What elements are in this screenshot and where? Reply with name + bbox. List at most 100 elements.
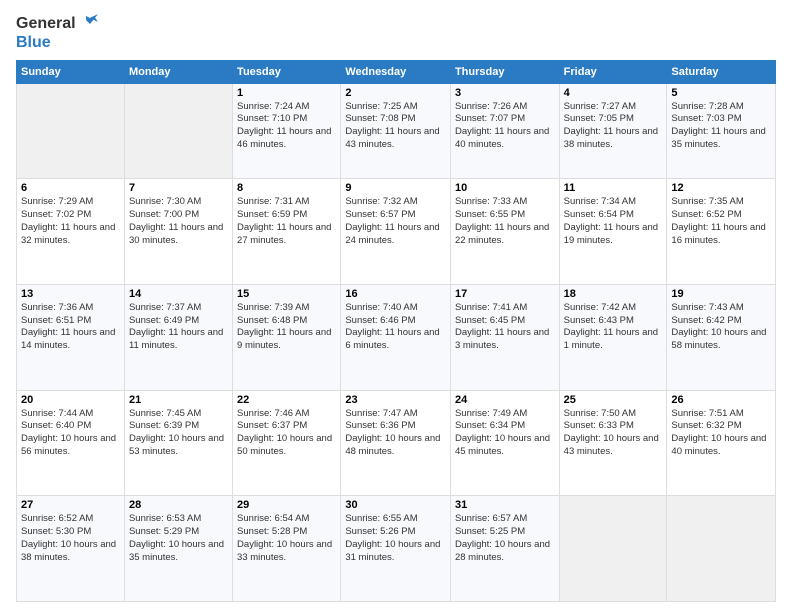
calendar-day-cell: 19 Sunrise: 7:43 AMSunset: 6:42 PMDayligh… <box>667 284 776 390</box>
day-info: Sunrise: 6:54 AMSunset: 5:28 PMDaylight:… <box>237 513 336 564</box>
day-info: Sunrise: 6:52 AMSunset: 5:30 PMDaylight:… <box>21 513 120 564</box>
calendar-day-cell: 13 Sunrise: 7:36 AMSunset: 6:51 PMDayligh… <box>17 284 125 390</box>
logo-general: General <box>16 15 76 33</box>
day-number: 17 <box>455 288 555 300</box>
calendar-week-row: 6 Sunrise: 7:29 AMSunset: 7:02 PMDaylight… <box>17 179 776 285</box>
day-info: Sunrise: 7:36 AMSunset: 6:51 PMDaylight:… <box>21 302 120 353</box>
calendar-day-cell: 3 Sunrise: 7:26 AMSunset: 7:07 PMDaylight… <box>450 83 559 178</box>
calendar-day-cell: 6 Sunrise: 7:29 AMSunset: 7:02 PMDaylight… <box>17 179 125 285</box>
day-number: 22 <box>237 394 336 406</box>
day-number: 20 <box>21 394 120 406</box>
col-sunday: Sunday <box>17 60 125 83</box>
page-header: General Blue <box>16 14 776 52</box>
day-info: Sunrise: 7:51 AMSunset: 6:32 PMDaylight:… <box>671 408 771 459</box>
calendar-week-row: 13 Sunrise: 7:36 AMSunset: 6:51 PMDayligh… <box>17 284 776 390</box>
calendar-table: Sunday Monday Tuesday Wednesday Thursday… <box>16 60 776 602</box>
day-number: 19 <box>671 288 771 300</box>
day-info: Sunrise: 7:34 AMSunset: 6:54 PMDaylight:… <box>564 196 663 247</box>
day-number: 9 <box>345 182 446 194</box>
calendar-day-cell: 11 Sunrise: 7:34 AMSunset: 6:54 PMDayligh… <box>559 179 667 285</box>
calendar-day-cell: 22 Sunrise: 7:46 AMSunset: 6:37 PMDayligh… <box>233 390 341 496</box>
day-info: Sunrise: 7:35 AMSunset: 6:52 PMDaylight:… <box>671 196 771 247</box>
day-info: Sunrise: 7:47 AMSunset: 6:36 PMDaylight:… <box>345 408 446 459</box>
day-number: 27 <box>21 499 120 511</box>
calendar-day-cell: 14 Sunrise: 7:37 AMSunset: 6:49 PMDayligh… <box>124 284 232 390</box>
calendar-day-cell <box>559 496 667 602</box>
col-saturday: Saturday <box>667 60 776 83</box>
day-number: 13 <box>21 288 120 300</box>
calendar-week-row: 27 Sunrise: 6:52 AMSunset: 5:30 PMDayligh… <box>17 496 776 602</box>
day-number: 2 <box>345 87 446 99</box>
day-number: 18 <box>564 288 663 300</box>
day-info: Sunrise: 7:24 AMSunset: 7:10 PMDaylight:… <box>237 101 336 152</box>
calendar-week-row: 20 Sunrise: 7:44 AMSunset: 6:40 PMDayligh… <box>17 390 776 496</box>
col-friday: Friday <box>559 60 667 83</box>
calendar-day-cell: 18 Sunrise: 7:42 AMSunset: 6:43 PMDayligh… <box>559 284 667 390</box>
day-number: 23 <box>345 394 446 406</box>
calendar-day-cell: 23 Sunrise: 7:47 AMSunset: 6:36 PMDayligh… <box>341 390 451 496</box>
day-number: 25 <box>564 394 663 406</box>
day-info: Sunrise: 7:41 AMSunset: 6:45 PMDaylight:… <box>455 302 555 353</box>
day-info: Sunrise: 7:26 AMSunset: 7:07 PMDaylight:… <box>455 101 555 152</box>
day-info: Sunrise: 7:49 AMSunset: 6:34 PMDaylight:… <box>455 408 555 459</box>
day-number: 7 <box>129 182 228 194</box>
day-info: Sunrise: 7:39 AMSunset: 6:48 PMDaylight:… <box>237 302 336 353</box>
logo-blue: Blue <box>16 34 98 52</box>
logo: General Blue <box>16 14 98 52</box>
day-info: Sunrise: 6:57 AMSunset: 5:25 PMDaylight:… <box>455 513 555 564</box>
day-number: 1 <box>237 87 336 99</box>
calendar-day-cell: 5Sunrise: 7:28 AMSunset: 7:03 PMDaylight… <box>667 83 776 178</box>
calendar-day-cell: 2 Sunrise: 7:25 AMSunset: 7:08 PMDaylight… <box>341 83 451 178</box>
logo-bird-icon <box>76 14 98 34</box>
calendar-day-cell: 30 Sunrise: 6:55 AMSunset: 5:26 PMDayligh… <box>341 496 451 602</box>
col-monday: Monday <box>124 60 232 83</box>
calendar-day-cell: 29 Sunrise: 6:54 AMSunset: 5:28 PMDayligh… <box>233 496 341 602</box>
day-number: 24 <box>455 394 555 406</box>
day-info: Sunrise: 7:50 AMSunset: 6:33 PMDaylight:… <box>564 408 663 459</box>
day-number: 8 <box>237 182 336 194</box>
day-info: Sunrise: 7:32 AMSunset: 6:57 PMDaylight:… <box>345 196 446 247</box>
day-number: 4 <box>564 87 663 99</box>
day-info: Sunrise: 6:53 AMSunset: 5:29 PMDaylight:… <box>129 513 228 564</box>
day-number: 11 <box>564 182 663 194</box>
day-info: Sunrise: 7:46 AMSunset: 6:37 PMDaylight:… <box>237 408 336 459</box>
day-info: Sunrise: 7:43 AMSunset: 6:42 PMDaylight:… <box>671 302 771 353</box>
day-info: Sunrise: 7:25 AMSunset: 7:08 PMDaylight:… <box>345 101 446 152</box>
col-tuesday: Tuesday <box>233 60 341 83</box>
calendar-day-cell <box>667 496 776 602</box>
day-number: 15 <box>237 288 336 300</box>
calendar-day-cell: 15 Sunrise: 7:39 AMSunset: 6:48 PMDayligh… <box>233 284 341 390</box>
calendar-day-cell: 4 Sunrise: 7:27 AMSunset: 7:05 PMDaylight… <box>559 83 667 178</box>
calendar-day-cell <box>17 83 125 178</box>
calendar-week-row: 1 Sunrise: 7:24 AMSunset: 7:10 PMDaylight… <box>17 83 776 178</box>
day-number: 14 <box>129 288 228 300</box>
calendar-day-cell: 20 Sunrise: 7:44 AMSunset: 6:40 PMDayligh… <box>17 390 125 496</box>
day-number: 6 <box>21 182 120 194</box>
day-number: 21 <box>129 394 228 406</box>
calendar-day-cell: 8Sunrise: 7:31 AMSunset: 6:59 PMDaylight… <box>233 179 341 285</box>
calendar-day-cell: 26 Sunrise: 7:51 AMSunset: 6:32 PMDayligh… <box>667 390 776 496</box>
day-info: Sunrise: 7:40 AMSunset: 6:46 PMDaylight:… <box>345 302 446 353</box>
calendar-day-cell: 31Sunrise: 6:57 AMSunset: 5:25 PMDayligh… <box>450 496 559 602</box>
day-number: 3 <box>455 87 555 99</box>
day-info: Sunrise: 7:27 AMSunset: 7:05 PMDaylight:… <box>564 101 663 152</box>
calendar-day-cell: 12Sunrise: 7:35 AMSunset: 6:52 PMDayligh… <box>667 179 776 285</box>
calendar-day-cell: 1 Sunrise: 7:24 AMSunset: 7:10 PMDaylight… <box>233 83 341 178</box>
calendar-day-cell: 17 Sunrise: 7:41 AMSunset: 6:45 PMDayligh… <box>450 284 559 390</box>
col-wednesday: Wednesday <box>341 60 451 83</box>
day-info: Sunrise: 7:42 AMSunset: 6:43 PMDaylight:… <box>564 302 663 353</box>
calendar-day-cell: 16 Sunrise: 7:40 AMSunset: 6:46 PMDayligh… <box>341 284 451 390</box>
day-number: 16 <box>345 288 446 300</box>
day-info: Sunrise: 7:30 AMSunset: 7:00 PMDaylight:… <box>129 196 228 247</box>
day-number: 26 <box>671 394 771 406</box>
day-info: Sunrise: 7:29 AMSunset: 7:02 PMDaylight:… <box>21 196 120 247</box>
day-number: 30 <box>345 499 446 511</box>
day-info: Sunrise: 6:55 AMSunset: 5:26 PMDaylight:… <box>345 513 446 564</box>
calendar-header-row: Sunday Monday Tuesday Wednesday Thursday… <box>17 60 776 83</box>
calendar-day-cell: 7 Sunrise: 7:30 AMSunset: 7:00 PMDaylight… <box>124 179 232 285</box>
calendar-day-cell: 21Sunrise: 7:45 AMSunset: 6:39 PMDayligh… <box>124 390 232 496</box>
day-number: 29 <box>237 499 336 511</box>
day-info: Sunrise: 7:37 AMSunset: 6:49 PMDaylight:… <box>129 302 228 353</box>
calendar-day-cell <box>124 83 232 178</box>
day-info: Sunrise: 7:44 AMSunset: 6:40 PMDaylight:… <box>21 408 120 459</box>
